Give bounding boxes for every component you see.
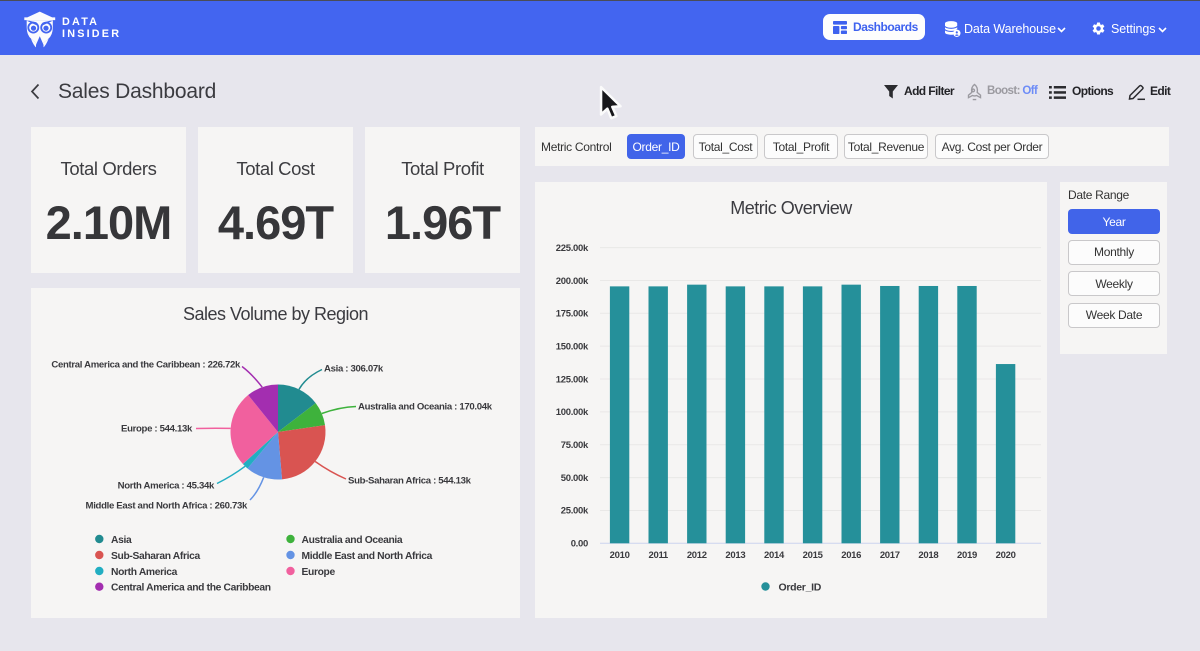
svg-text:0.00: 0.00 — [571, 539, 588, 550]
svg-text:100.00k: 100.00k — [556, 407, 589, 418]
svg-text:125.00k: 125.00k — [556, 374, 589, 385]
svg-text:75.00k: 75.00k — [561, 440, 589, 451]
svg-text:150.00k: 150.00k — [556, 341, 589, 352]
svg-text:2013: 2013 — [725, 550, 745, 561]
svg-text:Europe: Europe — [302, 567, 336, 578]
svg-text:50.00k: 50.00k — [561, 473, 589, 484]
svg-text:2020: 2020 — [996, 550, 1016, 561]
svg-text:2016: 2016 — [841, 550, 861, 561]
svg-text:175.00k: 175.00k — [556, 309, 589, 320]
svg-text:North America: North America — [111, 567, 178, 578]
svg-text:Sub-Saharan Africa: Sub-Saharan Africa — [111, 551, 200, 562]
svg-text:Middle East and North Africa :: Middle East and North Africa : 260.73k — [86, 501, 248, 512]
svg-text:2012: 2012 — [687, 550, 707, 561]
svg-text:2014: 2014 — [764, 550, 785, 561]
svg-text:2010: 2010 — [610, 550, 630, 561]
svg-text:Asia: Asia — [111, 535, 132, 546]
svg-text:Central America and the Caribb: Central America and the Caribbean — [111, 583, 271, 594]
svg-text:Europe : 544.13k: Europe : 544.13k — [121, 424, 193, 435]
svg-text:25.00k: 25.00k — [561, 506, 589, 517]
svg-text:Middle East and North Africa: Middle East and North Africa — [302, 551, 433, 562]
svg-text:Sub-Saharan Africa : 544.13k: Sub-Saharan Africa : 544.13k — [348, 476, 472, 487]
svg-text:200.00k: 200.00k — [556, 276, 589, 287]
svg-text:2011: 2011 — [648, 550, 668, 561]
svg-text:Asia : 306.07k: Asia : 306.07k — [324, 364, 384, 375]
svg-text:North America : 45.34k: North America : 45.34k — [118, 481, 215, 492]
svg-text:Australia and Oceania: Australia and Oceania — [302, 535, 403, 546]
svg-text:Order_ID: Order_ID — [779, 581, 822, 593]
svg-text:2015: 2015 — [803, 550, 824, 561]
svg-text:2019: 2019 — [957, 550, 977, 561]
svg-text:2018: 2018 — [918, 550, 938, 561]
svg-text:Central America and the Caribb: Central America and the Caribbean : 226.… — [51, 360, 241, 371]
svg-text:2017: 2017 — [880, 550, 900, 561]
svg-text:225.00k: 225.00k — [556, 243, 589, 254]
svg-text:Australia and Oceania : 170.04: Australia and Oceania : 170.04k — [358, 402, 493, 413]
